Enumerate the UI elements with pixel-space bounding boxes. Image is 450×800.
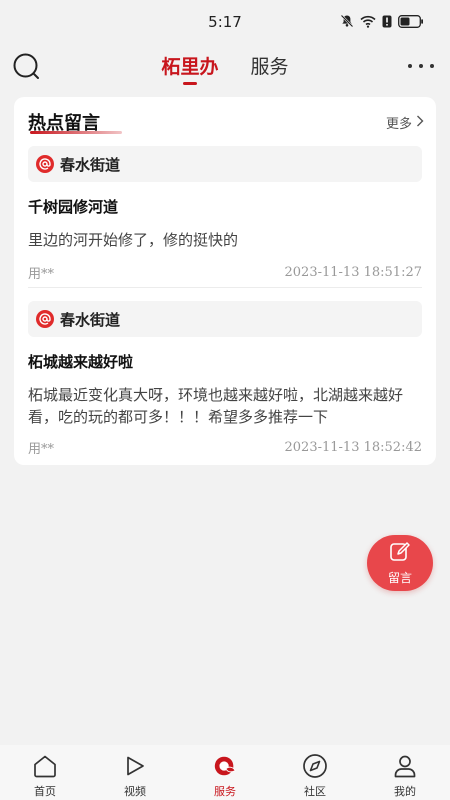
compass-icon [302,753,328,779]
more-menu-button[interactable] [408,56,434,76]
message-meta: 用** 2023-11-13 18:51:27 [28,263,422,282]
wifi-icon [360,15,376,28]
bottom-nav: 首页 视频 服务 社区 我的 [0,745,450,800]
tab-active-indicator [182,82,197,85]
bottom-nav-community[interactable]: 社区 [270,745,360,800]
message-user: 用** [28,442,55,457]
at-icon [36,310,54,328]
more-label: 更多 [385,117,412,132]
message-item[interactable]: 春水街道 柘城越来越好啦 柘城最近变化真大呀，环境也越来越好啦，北湖越来越好看，… [28,301,422,457]
tab-label: 柘里办 [161,56,219,78]
play-icon [122,753,148,779]
card-header: 热点留言 更多 [14,97,436,143]
bottom-nav-video[interactable]: 视频 [90,745,180,800]
message-user: 用** [28,267,55,282]
chevron-right-icon [416,115,424,131]
top-nav: 柘里办 服务 [0,44,450,94]
bottom-nav-label: 我的 [394,785,416,798]
street-name: 春水街道 [60,155,121,174]
status-time: 5:17 [208,13,242,31]
tab-zheliban[interactable]: 柘里办 [161,52,219,85]
more-link[interactable]: 更多 [386,113,424,132]
message-title: 千树园修河道 [28,198,119,216]
street-tag: 春水街道 [28,146,422,182]
bottom-nav-home[interactable]: 首页 [0,745,90,800]
bottom-nav-label: 服务 [214,785,236,798]
message-body: 里边的河开始修了，修的挺快的 [28,231,239,249]
leave-message-button[interactable]: 留言 [367,535,433,591]
bottom-nav-service[interactable]: 服务 [180,745,270,800]
title-underline [30,131,122,134]
divider [28,287,422,288]
tab-label: 服务 [250,56,289,78]
dot [430,64,434,68]
bottom-nav-label: 视频 [124,785,146,798]
status-bar: 5:17 [0,0,450,44]
message-meta: 用** 2023-11-13 18:52:42 [28,438,422,457]
user-icon [392,753,418,779]
fab-label: 留言 [387,570,412,585]
street-tag: 春水街道 [28,301,422,337]
edit-icon [389,541,411,567]
mute-icon [340,14,354,28]
dot [419,64,423,68]
at-icon [36,155,54,173]
message-time: 2023-11-13 18:51:27 [284,265,422,280]
hot-messages-card: 热点留言 更多 春水街道 千树园修河道 里边的河开始修了，修的挺快的 用** 2… [14,97,436,465]
message-body: 柘城最近变化真大呀，环境也越来越好啦，北湖越来越好看，吃的玩的都可多！！！希望多… [28,386,404,426]
bottom-nav-label: 首页 [34,785,56,798]
message-time: 2023-11-13 18:52:42 [284,440,422,455]
alert-icon [382,15,392,28]
message-item[interactable]: 春水街道 千树园修河道 里边的河开始修了，修的挺快的 用** 2023-11-1… [28,146,422,282]
dot [408,64,412,68]
tab-service[interactable]: 服务 [251,52,289,84]
home-icon [32,753,58,779]
battery-icon [398,14,424,28]
bottom-nav-label: 社区 [304,785,326,798]
nav-tabs: 柘里办 服务 [0,52,450,85]
service-icon [212,753,238,779]
status-icons [340,14,424,28]
message-title: 柘城越来越好啦 [28,353,134,371]
bottom-nav-mine[interactable]: 我的 [360,745,450,800]
street-name: 春水街道 [60,310,121,329]
